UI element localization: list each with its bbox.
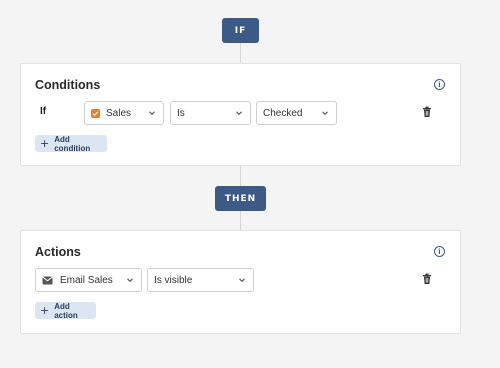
if-badge: IF [222,18,259,43]
actions-card: Actions i Email Sales Is visible + Add a… [20,230,461,334]
condition-row: If Sales Is Checked [35,101,445,125]
chevron-down-icon [239,278,245,283]
action-row: Email Sales Is visible [35,268,445,292]
add-condition-label: Add condition [54,134,91,153]
condition-field-value: Sales [106,107,132,119]
add-condition-button[interactable]: + Add condition [35,134,107,153]
delete-condition-icon[interactable] [422,106,432,118]
chevron-down-icon [127,278,133,283]
flow-connector-middle-top [240,166,241,186]
condition-if-label: If [40,106,47,117]
flow-connector-middle-bottom [240,211,241,230]
actions-title: Actions [35,245,81,259]
plus-icon: + [40,304,50,317]
delete-action-icon[interactable] [422,273,432,285]
info-icon[interactable]: i [434,79,445,90]
info-icon[interactable]: i [434,246,445,257]
conditions-title: Conditions [35,78,101,92]
condition-value-select[interactable]: Checked [256,101,337,125]
action-field-select[interactable]: Email Sales [35,268,142,292]
chevron-down-icon [322,111,328,116]
chevron-down-icon [236,111,242,116]
conditions-card: Conditions i If Sales Is Checked + Add c… [20,63,461,166]
condition-operator-value: Is [177,107,185,119]
chevron-down-icon [149,111,155,116]
condition-operator-select[interactable]: Is [170,101,251,125]
add-action-button[interactable]: + Add action [35,301,96,320]
condition-value-value: Checked [263,107,303,119]
add-action-label: Add action [54,301,78,320]
action-type-select[interactable]: Is visible [147,268,254,292]
plus-icon: + [40,137,50,150]
flow-connector-top [240,43,241,63]
action-field-value: Email Sales [60,274,113,286]
condition-field-select[interactable]: Sales [84,101,164,125]
action-type-value: Is visible [154,274,193,286]
checkbox-icon [91,108,100,118]
then-badge: THEN [215,186,266,211]
email-icon [42,276,53,284]
